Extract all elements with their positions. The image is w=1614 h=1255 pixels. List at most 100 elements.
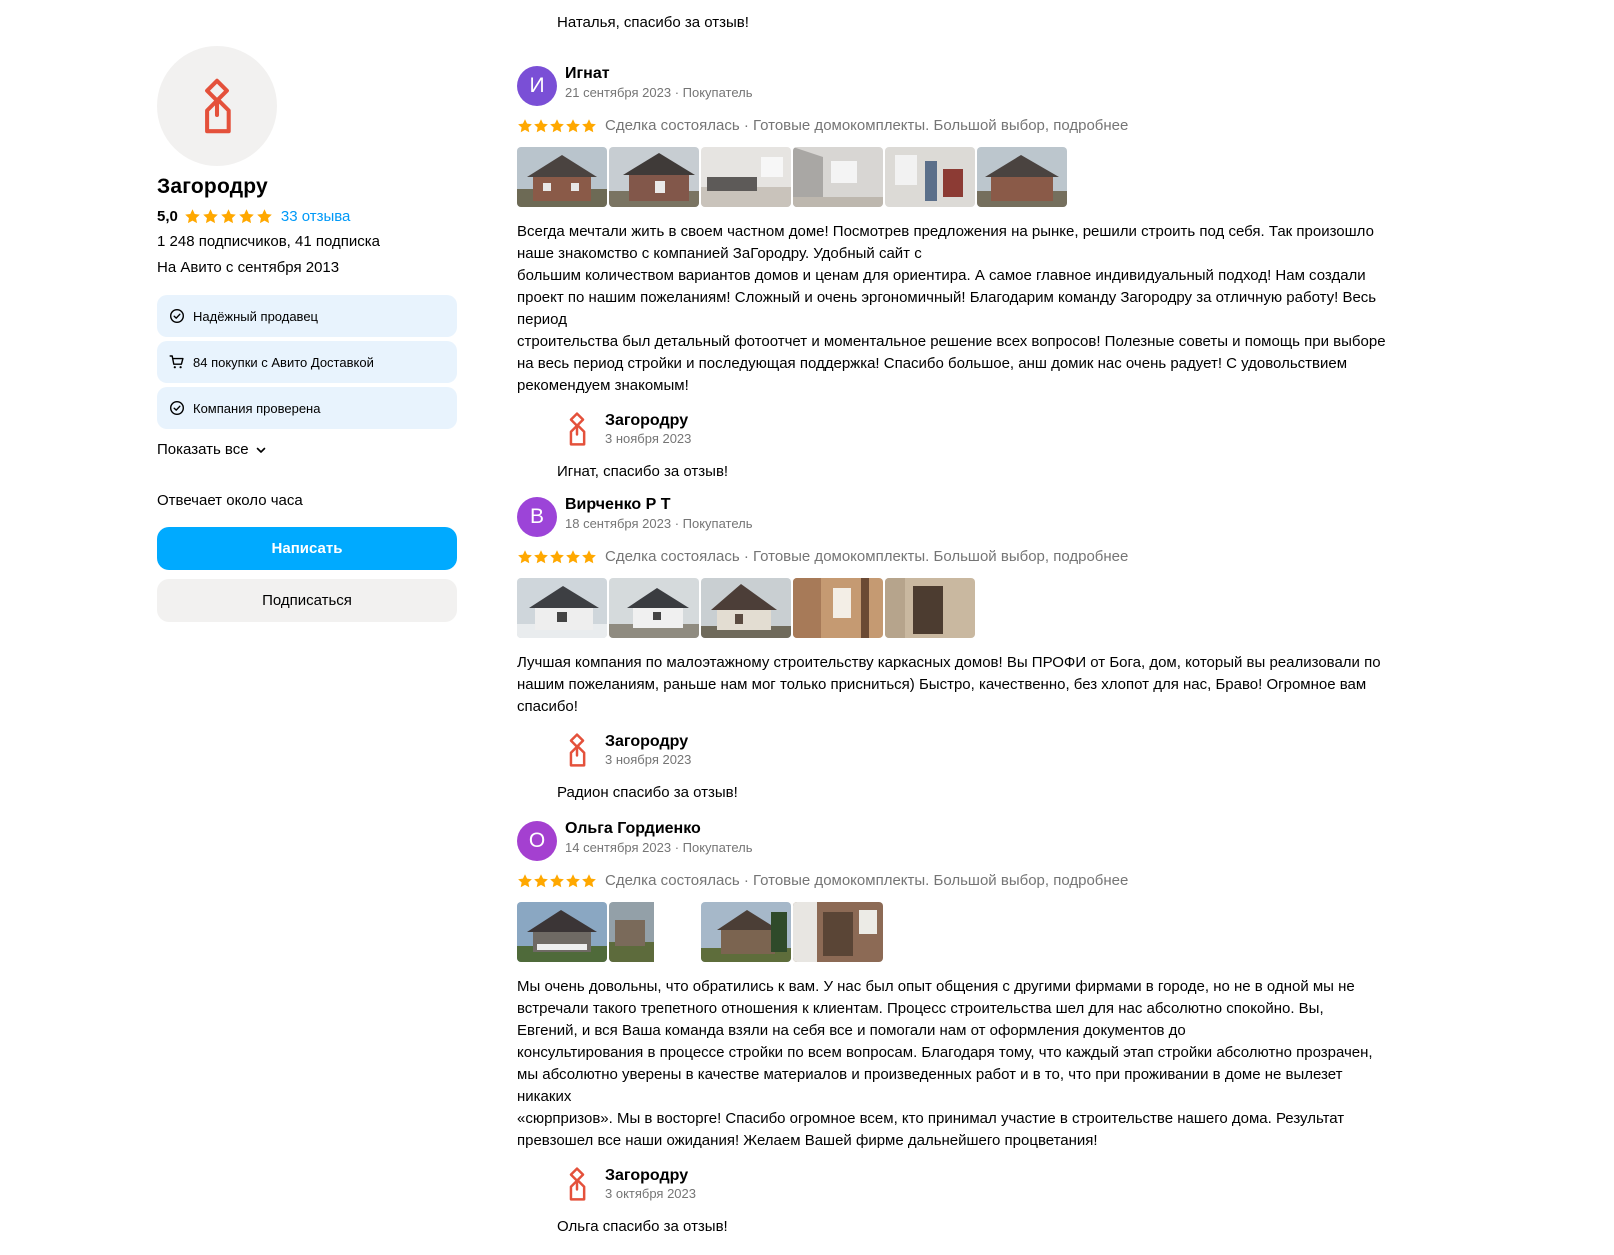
review-text: Лучшая компания по малоэтажному строител…: [517, 654, 1381, 715]
review-photo[interactable]: [517, 147, 607, 207]
reviewer-avatar[interactable]: И: [517, 66, 557, 106]
house-pin-logo-icon: [566, 410, 588, 448]
seller-avatar[interactable]: [157, 46, 277, 166]
review-item: И Игнат 21 сентября 2023 · Покупатель Сд…: [517, 64, 1417, 480]
reviewer-avatar[interactable]: О: [517, 821, 557, 861]
review-photo[interactable]: [701, 147, 791, 207]
star-icon: [202, 208, 219, 225]
review-rating: Сделка состоялась · Готовые домокомплект…: [517, 872, 1417, 889]
followers-info[interactable]: 1 248 подписчиков, 41 подписка: [157, 233, 457, 251]
reviewer-name[interactable]: Вирченко Р Т: [565, 495, 752, 515]
seller-reply: Загородру 3 ноября 2023 Радион спасибо з…: [557, 730, 1417, 801]
review-photo[interactable]: [885, 147, 975, 207]
write-message-button[interactable]: Написать: [157, 527, 457, 570]
show-all-label: Показать все: [157, 441, 249, 458]
review-photo[interactable]: [609, 147, 699, 207]
review-rating: Сделка состоялась · Готовые домокомплект…: [517, 117, 1417, 134]
review-text: Всегда мечтали жить в своем частном доме…: [517, 223, 1386, 394]
reply-author[interactable]: Загородру: [605, 1166, 696, 1186]
reply-author[interactable]: Загородру: [605, 732, 691, 752]
star-icon: [517, 873, 533, 889]
badge-label: Компания проверена: [193, 400, 321, 416]
star-icon: [517, 118, 533, 134]
review-photo[interactable]: [885, 578, 975, 638]
reply-text: Ольга спасибо за отзыв!: [557, 1218, 728, 1235]
house-pin-logo-icon: [199, 74, 235, 138]
show-all-button[interactable]: Показать все: [157, 441, 457, 458]
review-photo[interactable]: [977, 147, 1067, 207]
reviewer-avatar[interactable]: В: [517, 497, 557, 537]
rating-stars: [184, 208, 273, 225]
review-item: В Вирченко Р Т 18 сентября 2023 · Покупа…: [517, 495, 1417, 801]
rating-value: 5,0: [157, 208, 178, 225]
review-header: О Ольга Гордиенко 14 сентября 2023 · Пок…: [517, 819, 1417, 861]
review-header: И Игнат 21 сентября 2023 · Покупатель: [517, 64, 1417, 106]
deal-status[interactable]: Сделка состоялась · Готовые домокомплект…: [605, 872, 1128, 889]
house-pin-logo-icon: [566, 731, 588, 769]
reply-author[interactable]: Загородру: [605, 411, 691, 431]
star-icon: [581, 873, 597, 889]
house-pin-logo-icon: [566, 1165, 588, 1203]
reply-avatar[interactable]: [557, 730, 597, 770]
seller-name[interactable]: Загородру: [157, 175, 457, 199]
reply-text: Наталья, спасибо за отзыв!: [557, 14, 749, 31]
seller-rating: 5,0 33 отзыва: [157, 208, 457, 225]
reviews-count-link[interactable]: 33 отзыва: [281, 208, 351, 225]
deal-status[interactable]: Сделка состоялась · Готовые домокомплект…: [605, 117, 1128, 134]
star-icon: [533, 873, 549, 889]
star-icon: [565, 873, 581, 889]
review-date-role: 21 сентября 2023 · Покупатель: [565, 85, 753, 100]
review-photo[interactable]: [701, 578, 791, 638]
star-icon: [220, 208, 237, 225]
cart-icon: [169, 354, 185, 370]
star-icon: [533, 118, 549, 134]
reply-date: 3 октября 2023: [605, 1186, 696, 1201]
reply-date: 3 ноября 2023: [605, 431, 692, 446]
review-photos: [517, 147, 1417, 207]
review-photo[interactable]: [517, 578, 607, 638]
review-photo[interactable]: [609, 578, 699, 638]
check-circle-icon: [169, 308, 185, 324]
star-icon: [549, 873, 565, 889]
star-icon: [565, 118, 581, 134]
star-icon: [549, 118, 565, 134]
badge-label: Надёжный продавец: [193, 308, 318, 324]
reviewer-name[interactable]: Ольга Гордиенко: [565, 819, 752, 839]
reviewer-name[interactable]: Игнат: [565, 64, 752, 84]
subscribe-button[interactable]: Подписаться: [157, 579, 457, 622]
star-icon: [517, 549, 533, 565]
seller-reply: Загородру 3 ноября 2023 Игнат, спасибо з…: [557, 409, 1417, 480]
star-icon: [238, 208, 255, 225]
star-icon: [581, 549, 597, 565]
review-photo[interactable]: [609, 902, 699, 962]
star-icon: [533, 549, 549, 565]
member-since: На Авито с сентября 2013: [157, 259, 340, 276]
review-photo[interactable]: [793, 902, 883, 962]
review-stars: [517, 873, 597, 889]
reply-text: Игнат, спасибо за отзыв!: [557, 463, 729, 480]
review-header: В Вирченко Р Т 18 сентября 2023 · Покупа…: [517, 495, 1417, 537]
review-stars: [517, 118, 597, 134]
review-item: О Ольга Гордиенко 14 сентября 2023 · Пок…: [517, 819, 1417, 1235]
badge-delivery-purchases[interactable]: 84 покупки с Авито Доставкой: [157, 341, 457, 383]
review-photo[interactable]: [701, 902, 791, 962]
review-photo[interactable]: [517, 902, 607, 962]
badge-company-verified[interactable]: Компания проверена: [157, 387, 457, 429]
response-time: Отвечает около часа: [157, 492, 303, 509]
reply-date: 3 ноября 2023: [605, 752, 692, 767]
badge-reliable-seller[interactable]: Надёжный продавец: [157, 295, 457, 337]
review-photos: [517, 578, 1417, 638]
reply-avatar[interactable]: [557, 409, 597, 449]
reply-avatar[interactable]: [557, 1164, 597, 1204]
deal-status[interactable]: Сделка состоялась · Готовые домокомплект…: [605, 548, 1128, 565]
review-photo[interactable]: [793, 147, 883, 207]
star-icon: [256, 208, 273, 225]
review-date-role: 14 сентября 2023 · Покупатель: [565, 840, 753, 855]
seller-badges: Надёжный продавец 84 покупки с Авито Дос…: [157, 295, 457, 429]
star-icon: [565, 549, 581, 565]
review-photo[interactable]: [793, 578, 883, 638]
review-text: Мы очень довольны, что обратились к вам.…: [517, 978, 1373, 1149]
chevron-down-icon: [255, 444, 267, 456]
star-icon: [549, 549, 565, 565]
reply-text: Радион спасибо за отзыв!: [557, 784, 738, 801]
